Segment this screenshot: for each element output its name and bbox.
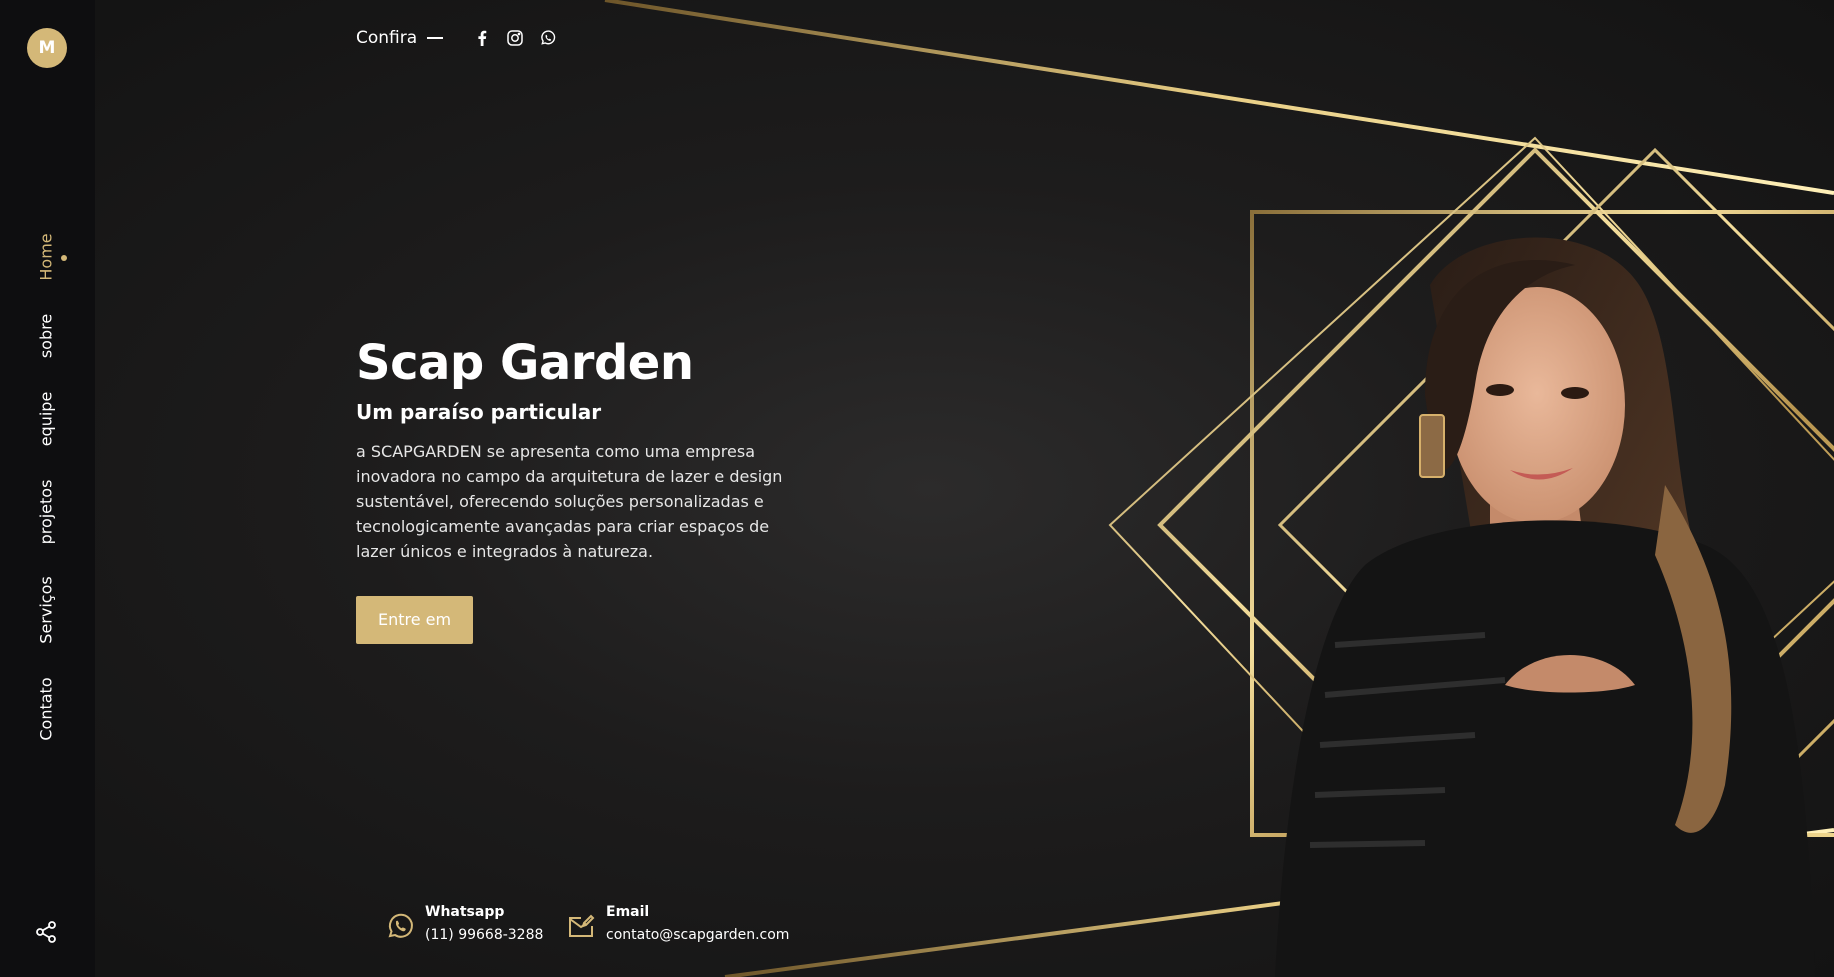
contact-email[interactable]: Email contato@scapgarden.com: [567, 902, 789, 945]
hero-content: Scap Garden Um paraíso particular a SCAP…: [356, 333, 816, 644]
hero-title: Scap Garden: [356, 335, 694, 391]
logo-avatar[interactable]: M: [27, 28, 67, 68]
hero-description: a SCAPGARDEN se apresenta como uma empre…: [356, 442, 783, 561]
portrait-image: [1275, 237, 1815, 977]
confira-dash: [427, 37, 444, 39]
contact-whatsapp[interactable]: Whatsapp (11) 99668-3288: [386, 902, 543, 945]
topbar: Confira: [356, 28, 572, 48]
sidebar-item-equipe[interactable]: equipe: [37, 392, 56, 447]
contact-whatsapp-value: (11) 99668-3288: [425, 927, 544, 943]
hero-subtitle: Um paraíso particular: [356, 400, 602, 424]
contact-email-value: contato@scapgarden.com: [606, 927, 790, 943]
whatsapp-icon: [388, 913, 413, 938]
whatsapp-icon[interactable]: [539, 29, 557, 47]
sidebar-item-home[interactable]: Home: [37, 233, 56, 280]
facebook-icon[interactable]: [473, 29, 491, 47]
hero-section: Confira Scap Garden Um paraíso particula…: [95, 0, 1834, 977]
email-icon: [569, 914, 595, 937]
sidebar-item-contato[interactable]: Contato: [37, 677, 56, 740]
sidebar-item-sobre[interactable]: sobre: [37, 314, 56, 358]
share-icon[interactable]: [34, 920, 58, 944]
active-indicator-dot: [61, 255, 67, 261]
confira-label: Confira: [356, 28, 418, 48]
contact-whatsapp-title: Whatsapp: [425, 904, 505, 920]
contact-email-title: Email: [606, 904, 650, 920]
instagram-icon[interactable]: [506, 29, 524, 47]
sidebar: M Home sobre equipe projetos Serviços Co…: [0, 0, 95, 977]
sidebar-item-projetos[interactable]: projetos: [37, 480, 56, 545]
sidebar-item-servicos[interactable]: Serviços: [37, 576, 56, 643]
entre-em-button[interactable]: Entre em: [356, 596, 474, 644]
